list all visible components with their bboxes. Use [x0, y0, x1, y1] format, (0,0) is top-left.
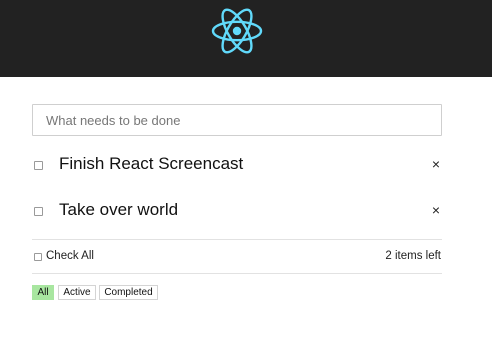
check-all-label[interactable]: Check All [46, 250, 94, 262]
todo-toggle-checkbox[interactable] [34, 161, 43, 170]
todo-footer: Check All 2 items left [32, 248, 442, 266]
todo-label[interactable]: Finish React Screencast [59, 154, 243, 174]
app-header [0, 0, 492, 77]
divider [32, 239, 442, 240]
filter-completed-button[interactable]: Completed [99, 285, 158, 300]
filter-all-button[interactable]: All [32, 285, 54, 300]
check-all-checkbox[interactable] [34, 253, 42, 261]
delete-todo-button[interactable]: × [432, 202, 440, 218]
delete-todo-button[interactable]: × [432, 156, 440, 172]
divider [32, 273, 442, 274]
new-todo-input[interactable] [32, 104, 442, 136]
todo-toggle-checkbox[interactable] [34, 207, 43, 216]
react-logo-icon [211, 8, 263, 54]
todo-item: Take over world × [32, 196, 442, 226]
todo-label[interactable]: Take over world [59, 200, 178, 220]
items-left-count: 2 items left [385, 250, 441, 262]
todo-item: Finish React Screencast × [32, 150, 442, 180]
filter-active-button[interactable]: Active [58, 285, 96, 300]
